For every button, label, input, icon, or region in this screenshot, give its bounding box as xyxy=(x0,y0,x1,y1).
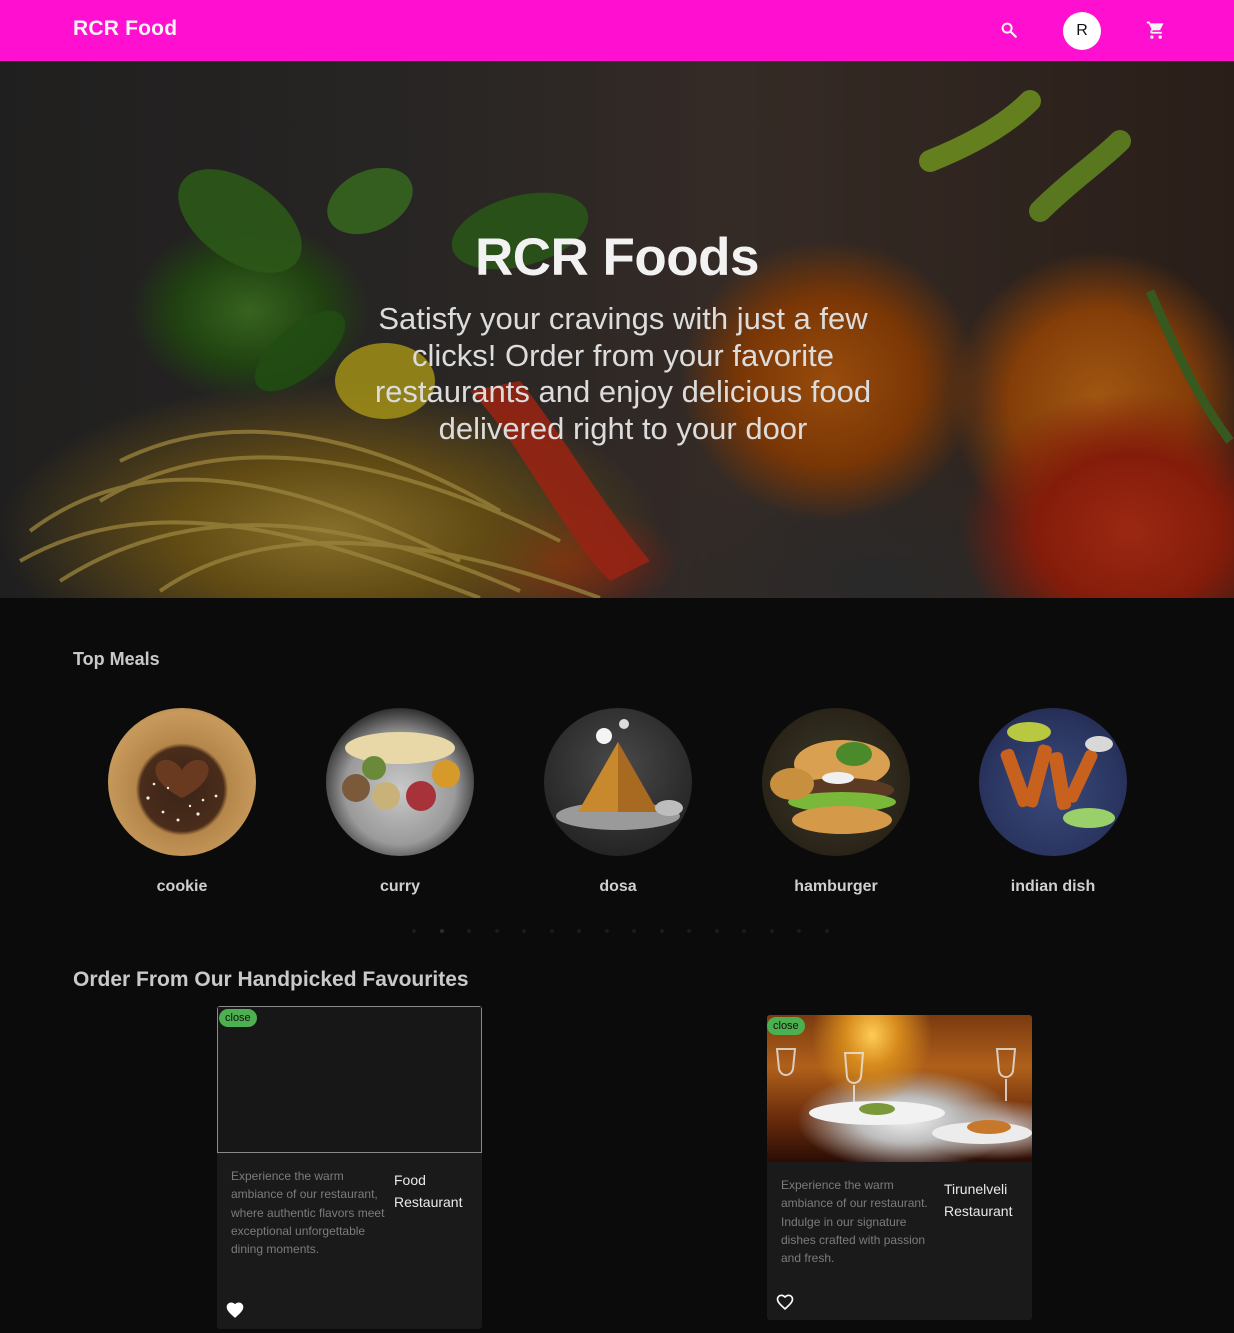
carousel-dot[interactable] xyxy=(659,929,664,933)
restaurant-card[interactable]: close Experience the warm ambiance of ou… xyxy=(217,1006,482,1329)
meal-item-hamburger[interactable]: hamburger xyxy=(761,708,911,896)
meal-label: dosa xyxy=(599,878,637,895)
meal-label: hamburger xyxy=(794,878,878,895)
shopping-cart-icon xyxy=(1146,21,1164,39)
user-avatar[interactable]: R xyxy=(1063,12,1101,50)
carousel-pagination xyxy=(412,929,829,933)
meal-label: indian dish xyxy=(1010,878,1096,895)
hero-title: RCR Foods xyxy=(474,228,760,287)
status-badge: close xyxy=(219,1009,257,1027)
meal-item-curry[interactable]: curry xyxy=(325,708,475,896)
carousel-dot[interactable] xyxy=(577,929,581,933)
avatar-letter: R xyxy=(1076,22,1088,39)
carousel-dot[interactable] xyxy=(824,929,829,933)
favorite-button[interactable] xyxy=(774,1291,796,1313)
restaurant-name[interactable]: Tirunelveli Restaurant xyxy=(944,1178,1029,1222)
status-badge: close xyxy=(767,1017,805,1035)
hero-subtitle: Satisfy your cravings with just a few cl… xyxy=(374,301,872,446)
meal-item-dosa[interactable]: dosa xyxy=(543,708,693,896)
cookie-image xyxy=(108,708,256,856)
cart-button[interactable] xyxy=(1141,15,1171,45)
heart-outline-icon xyxy=(776,1294,794,1311)
carousel-dot[interactable] xyxy=(522,929,526,933)
indian-dish-image xyxy=(979,708,1127,856)
favorite-button[interactable] xyxy=(224,1299,246,1321)
curry-image xyxy=(326,708,474,856)
carousel-dot[interactable] xyxy=(714,929,719,933)
restaurant-image-placeholder: close xyxy=(217,1006,482,1153)
carousel-dot[interactable] xyxy=(494,929,499,933)
brand-logo-text[interactable]: RCR Food xyxy=(73,17,177,41)
dosa-image xyxy=(544,708,692,856)
restaurant-image: close xyxy=(767,1015,1032,1162)
meal-item-indian-dish[interactable]: indian dish xyxy=(978,708,1128,896)
carousel-dot[interactable] xyxy=(742,929,746,933)
favourites-heading: Order From Our Handpicked Favourites xyxy=(73,968,469,991)
restaurant-description: Experience the warm ambiance of our rest… xyxy=(231,1169,385,1257)
carousel-dot[interactable] xyxy=(439,929,444,933)
carousel-dot[interactable] xyxy=(687,929,691,933)
carousel-dot[interactable] xyxy=(632,929,636,933)
app-bar: RCR Food R xyxy=(0,0,1234,61)
restaurant-card[interactable]: close Experience the warm ambiance of ou… xyxy=(767,1015,1032,1320)
restaurant-name[interactable]: Food Restaurant xyxy=(394,1169,479,1213)
search-button[interactable] xyxy=(994,15,1024,45)
carousel-dot[interactable] xyxy=(797,929,801,933)
heart-filled-icon xyxy=(226,1302,244,1318)
carousel-dot[interactable] xyxy=(604,929,609,933)
carousel-dot[interactable] xyxy=(412,929,416,933)
restaurant-description: Experience the warm ambiance of our rest… xyxy=(781,1178,928,1266)
hamburger-image xyxy=(762,708,910,856)
carousel-dot[interactable] xyxy=(467,929,471,933)
search-icon xyxy=(1001,22,1017,38)
meal-item-cookie[interactable]: cookie xyxy=(107,708,257,896)
hero-banner: RCR Foods Satisfy your cravings with jus… xyxy=(0,61,1234,598)
top-meals-heading: Top Meals xyxy=(73,649,160,669)
meal-label: curry xyxy=(379,878,421,895)
carousel-dot[interactable] xyxy=(769,929,774,933)
meal-label: cookie xyxy=(156,878,208,895)
carousel-dot[interactable] xyxy=(549,929,554,933)
